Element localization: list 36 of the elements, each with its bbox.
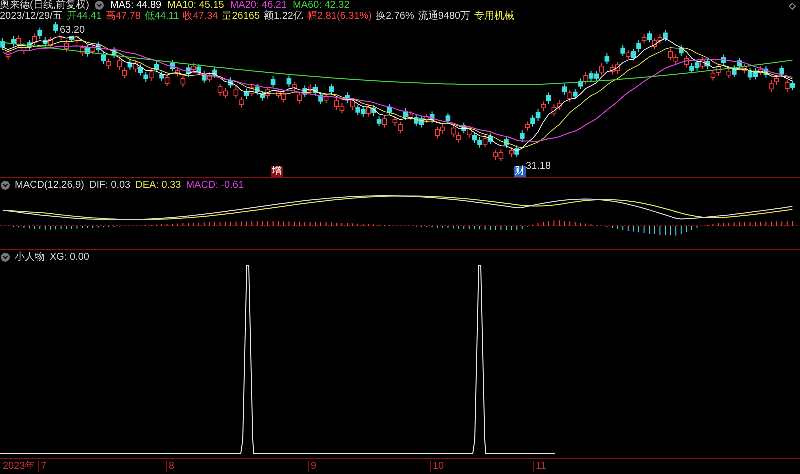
indicator-title: MACD(12,26,9) — [15, 180, 84, 191]
dropdown-icon[interactable] — [1, 181, 10, 190]
quote-value: 收47.34 — [183, 11, 218, 22]
axis-label: 8 — [166, 461, 175, 472]
diamond-icon[interactable] — [789, 3, 796, 10]
quote-value: 额1.22亿 — [264, 11, 304, 22]
dropdown-icon[interactable] — [95, 1, 104, 10]
moving-average-value: MA60: 42.32 — [293, 0, 350, 11]
indicator-value: DIF: 0.03 — [89, 180, 131, 191]
quote-value: 量26165 — [222, 11, 260, 22]
quote-value: 2023/12/29/五 — [0, 11, 63, 22]
event-marker: 增 — [271, 166, 283, 177]
axis-label: 11 — [533, 461, 546, 472]
axis-label: 2023年 — [2, 461, 36, 472]
quote-value: 开44.41 — [66, 11, 102, 22]
quote-value: 换2.76% — [376, 11, 414, 22]
quote-value: 幅2.81(6.31%) — [308, 11, 372, 22]
event-marker: 财 — [514, 166, 526, 177]
indicator-value: XG: 0.00 — [50, 252, 90, 263]
moving-average-value: MA20: 46.21 — [230, 0, 288, 11]
stock-title: 奥来德(日线,前复权) — [0, 0, 90, 11]
quote-value: 专用机械 — [474, 11, 515, 22]
axis-label: 7 — [38, 461, 47, 472]
indicator-value: MACD: -0.61 — [186, 180, 244, 191]
axis-label: 9 — [308, 461, 317, 472]
quote-value: 高47.78 — [106, 11, 141, 22]
moving-average-value: MA5: 44.89 — [110, 0, 162, 11]
quote-value: 低44.11 — [144, 11, 180, 22]
dropdown-icon[interactable] — [1, 253, 10, 262]
indicator-title: 小人物 — [15, 252, 45, 263]
price-label: 63.20 — [60, 25, 86, 36]
price-label: 31.18 — [526, 161, 552, 172]
axis-label: 10 — [430, 461, 444, 472]
indicator-value: DEA: 0.33 — [136, 180, 182, 191]
quote-value: 流通9480万 — [418, 11, 471, 22]
moving-average-value: MA10: 45.15 — [168, 0, 224, 11]
